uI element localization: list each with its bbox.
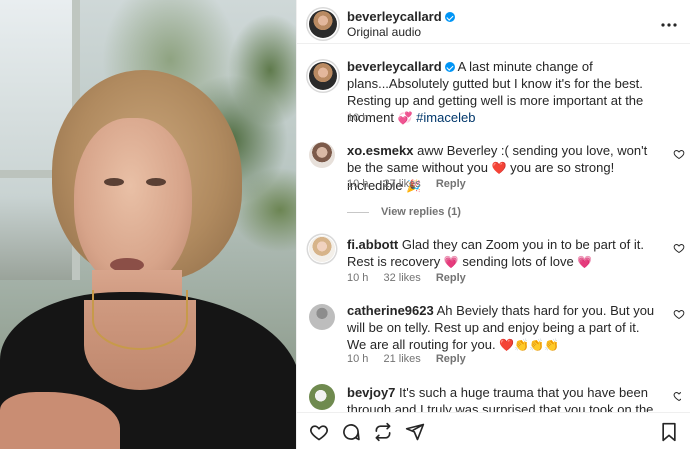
avatar[interactable]	[309, 10, 337, 38]
like-heart-icon[interactable]	[673, 148, 685, 160]
avatar[interactable]	[309, 384, 335, 410]
comment-likes[interactable]: 21 likes	[383, 353, 420, 365]
avatar[interactable]	[309, 142, 335, 168]
comment-emoji: 💗	[577, 255, 593, 269]
avatar[interactable]	[309, 236, 335, 262]
avatar[interactable]	[309, 304, 335, 330]
person-eye-right	[146, 178, 166, 186]
post-header: beverleycallard Original audio	[297, 0, 690, 44]
heart-icon[interactable]	[309, 422, 329, 442]
reel-video[interactable]	[0, 0, 296, 449]
verified-badge-icon	[444, 62, 455, 72]
verified-badge-icon	[444, 12, 455, 22]
caption-emoji: 💞	[397, 111, 413, 125]
comment-meta: 10 h 21 likes Reply	[347, 353, 478, 365]
caption-username[interactable]: beverleycallard	[347, 59, 442, 74]
view-replies-button[interactable]: View replies (1)	[347, 206, 461, 218]
like-heart-icon[interactable]	[673, 308, 685, 320]
comment-time: 10 h	[347, 272, 369, 284]
person-eye-left	[104, 178, 124, 186]
header-user: beverleycallard	[347, 8, 455, 26]
comment-emoji: 💗	[443, 255, 459, 269]
comment-meta: 10 h 32 likes Reply	[347, 272, 478, 284]
comment-emoji: ❤️	[491, 161, 507, 175]
comment-item: bevjoy7 It's such a huge trauma that you…	[309, 384, 681, 412]
more-horizontal-icon[interactable]	[661, 14, 677, 32]
comment-text: bevjoy7 It's such a huge trauma that you…	[347, 384, 657, 412]
repost-icon[interactable]	[373, 422, 393, 442]
view-replies-line	[347, 211, 369, 213]
comment-icon[interactable]	[341, 422, 361, 442]
comments-panel: beverleycallard Original audio beverleyc…	[296, 0, 690, 449]
view-replies-label: View replies (1)	[381, 206, 461, 218]
like-heart-icon[interactable]	[673, 242, 685, 254]
comment-username[interactable]: xo.esmekx	[347, 143, 414, 158]
comment-time: 10 h	[347, 178, 369, 190]
share-icon[interactable]	[405, 422, 425, 442]
bookmark-icon[interactable]	[659, 422, 679, 442]
header-username[interactable]: beverleycallard	[347, 9, 442, 24]
audio-label[interactable]: Original audio	[347, 25, 421, 39]
comment-time: 10 h	[347, 353, 369, 365]
comment-emoji: ❤️👏👏👏	[499, 338, 560, 352]
comment-meta: 10 h 27 likes Reply	[347, 178, 478, 190]
post-actions-bar	[297, 412, 690, 449]
comment-body-cont: sending lots of love	[462, 254, 574, 269]
comment-text: fi.abbott Glad they can Zoom you in to b…	[347, 236, 657, 271]
reply-button[interactable]: Reply	[436, 272, 466, 284]
reply-button[interactable]: Reply	[436, 178, 466, 190]
caption-time: 10 h	[347, 112, 369, 124]
comment-username[interactable]: bevjoy7	[347, 385, 395, 400]
like-heart-icon[interactable]	[673, 390, 681, 402]
comment-likes[interactable]: 32 likes	[383, 272, 420, 284]
hashtag-link[interactable]: #imaceleb	[416, 110, 475, 125]
comment-username[interactable]: catherine9623	[347, 303, 434, 318]
avatar[interactable]	[309, 62, 337, 90]
caption-text: beverleycallard A last minute change of …	[347, 58, 677, 127]
comment-likes[interactable]: 27 likes	[383, 178, 420, 190]
reply-button[interactable]: Reply	[436, 353, 466, 365]
person-necklace	[92, 290, 188, 350]
comment-username[interactable]: fi.abbott	[347, 237, 398, 252]
comment-text: catherine9623 Ah Beviely thats hard for …	[347, 302, 657, 354]
